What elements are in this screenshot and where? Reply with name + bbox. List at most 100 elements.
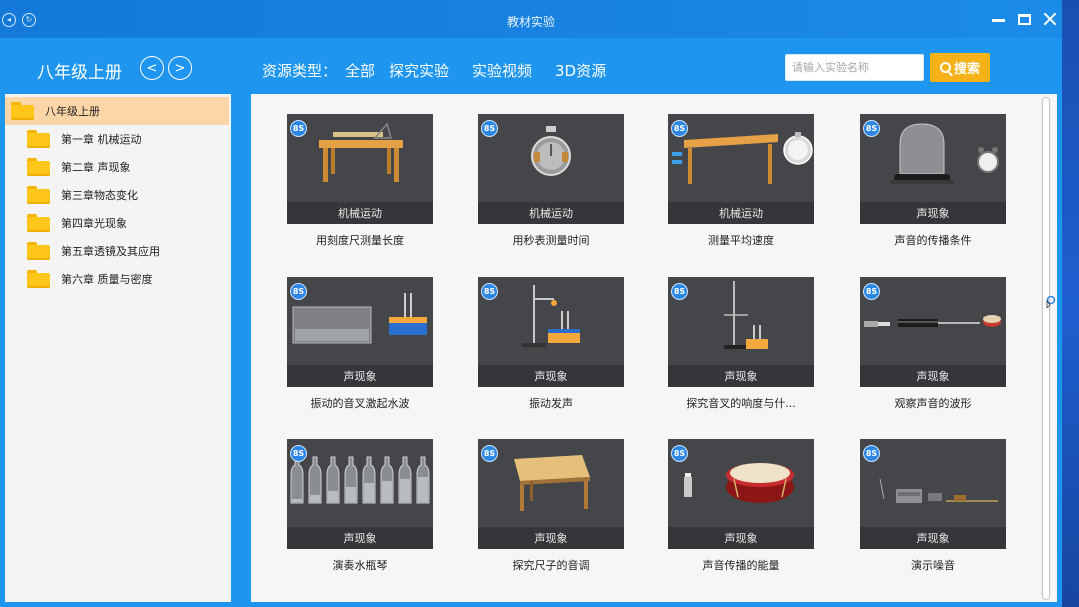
chapter-label: 第五章透镜及其应用	[61, 245, 160, 258]
experiment-thumbnail: 8S 声现象	[478, 439, 624, 549]
mouse-cursor-icon	[1046, 296, 1056, 308]
search-button[interactable]: 搜索	[930, 53, 990, 82]
8s-badge: 8S	[290, 445, 307, 462]
experiment-card[interactable]: 8S 声现象 观察声音的波形	[860, 277, 1006, 411]
experiment-category: 声现象	[860, 527, 1006, 549]
close-button[interactable]	[1041, 10, 1059, 28]
filter-all[interactable]: 全部	[345, 60, 375, 81]
experiment-card[interactable]: 8S 机械运动 测量平均速度	[668, 114, 814, 248]
filter-3d-resource[interactable]: 3D资源	[555, 60, 606, 81]
experiment-title: 振动发声	[529, 397, 573, 410]
8s-badge: 8S	[671, 283, 688, 300]
8s-badge: 8S	[863, 120, 880, 137]
experiment-thumbnail: 8S 声现象	[860, 114, 1006, 224]
8s-badge: 8S	[290, 120, 307, 137]
prev-grade-button[interactable]: <	[140, 56, 164, 80]
folder-icon	[26, 129, 52, 149]
experiment-title: 用刻度尺测量长度	[316, 234, 404, 247]
minimize-button[interactable]	[989, 10, 1007, 28]
experiment-category: 声现象	[287, 365, 433, 387]
experiment-category: 声现象	[478, 365, 624, 387]
chapter-label: 第三章物态变化	[61, 189, 138, 202]
desktop-background	[1062, 0, 1079, 607]
experiment-card[interactable]: 8S 机械运动 用秒表测量时间	[478, 114, 624, 248]
sidebar-item-chapter-5[interactable]: 第五章透镜及其应用	[5, 238, 229, 264]
search-input[interactable]	[785, 54, 924, 81]
experiment-card[interactable]: 8S 声现象 振动的音叉激起水波	[287, 277, 433, 411]
8s-badge: 8S	[481, 445, 498, 462]
sidebar-item-chapter-6[interactable]: 第六章 质量与密度	[5, 266, 229, 292]
experiment-title: 声音的传播条件	[894, 234, 972, 247]
8s-badge: 8S	[481, 120, 498, 137]
chapter-label: 第一章 机械运动	[61, 133, 142, 146]
8s-badge: 8S	[481, 283, 498, 300]
experiment-title: 声音传播的能量	[702, 559, 780, 572]
window-title: 教材实验	[506, 15, 555, 29]
8s-badge: 8S	[671, 120, 688, 137]
maximize-button[interactable]	[1015, 10, 1033, 28]
experiment-title: 探究尺子的音调	[512, 559, 590, 572]
chevron-left-icon: <	[146, 60, 158, 76]
experiment-category: 声现象	[860, 202, 1006, 224]
resource-type-label: 资源类型：	[262, 62, 338, 80]
folder-icon	[26, 241, 52, 261]
sidebar-root-item[interactable]: 八年级上册	[5, 97, 229, 125]
folder-icon	[10, 101, 36, 121]
experiment-thumbnail: 8S 声现象	[860, 277, 1006, 387]
maximize-icon	[1017, 13, 1031, 25]
sidebar-item-chapter-2[interactable]: 第二章 声现象	[5, 154, 229, 180]
folder-icon	[26, 269, 52, 289]
title-bar: ◂ ↻ 教材实验	[0, 0, 1062, 38]
sidebar-item-chapter-3[interactable]: 第三章物态变化	[5, 182, 229, 208]
experiment-title: 演示噪音	[911, 559, 955, 572]
experiment-category: 机械运动	[287, 202, 433, 224]
scrollbar-thumb[interactable]	[1042, 97, 1050, 600]
sidebar-item-chapter-1[interactable]: 第一章 机械运动	[5, 126, 229, 152]
minimize-icon	[991, 18, 1005, 22]
chapter-label: 第四章光现象	[61, 217, 127, 230]
experiment-title: 演奏水瓶琴	[332, 559, 388, 572]
chevron-right-icon: >	[174, 60, 186, 76]
experiment-card[interactable]: 8S 声现象 振动发声	[478, 277, 624, 411]
search-icon	[939, 62, 951, 73]
experiment-title: 测量平均速度	[708, 234, 774, 247]
experiment-category: 声现象	[478, 527, 624, 549]
sidebar-root-label: 八年级上册	[45, 105, 100, 118]
experiment-card[interactable]: 8S 声现象 声音传播的能量	[668, 439, 814, 573]
sidebar-item-chapter-4[interactable]: 第四章光现象	[5, 210, 229, 236]
chapter-sidebar: 八年级上册 第一章 机械运动 第二章 声现象 第三章物态变化 第四章光现象 第五…	[5, 94, 231, 602]
8s-badge: 8S	[863, 445, 880, 462]
8s-badge: 8S	[290, 283, 307, 300]
filter-experiment-video[interactable]: 实验视频	[472, 60, 532, 81]
grade-title: 八年级上册	[37, 63, 122, 83]
experiment-category: 声现象	[860, 365, 1006, 387]
experiment-title: 观察声音的波形	[894, 397, 972, 410]
experiment-title: 用秒表测量时间	[512, 234, 590, 247]
experiment-card[interactable]: 8S 声现象 声音的传播条件	[860, 114, 1006, 248]
experiment-thumbnail: 8S 声现象	[287, 439, 433, 549]
experiment-card[interactable]: 8S 声现象 演示噪音	[860, 439, 1006, 573]
experiment-card[interactable]: 8S 机械运动 用刻度尺测量长度	[287, 114, 433, 248]
folder-icon	[26, 157, 52, 177]
next-grade-button[interactable]: >	[168, 56, 192, 80]
experiment-thumbnail: 8S 声现象	[478, 277, 624, 387]
experiment-thumbnail: 8S 声现象	[860, 439, 1006, 549]
experiment-title: 振动的音叉激起水波	[310, 397, 410, 410]
experiment-thumbnail: 8S 声现象	[287, 277, 433, 387]
chapter-label: 第六章 质量与密度	[61, 273, 153, 286]
experiment-thumbnail: 8S 机械运动	[287, 114, 433, 224]
nav-bar: 八年级上册 < > 资源类型： 全部 探究实验 实验视频 3D资源 搜索	[0, 38, 1062, 94]
experiment-category: 机械运动	[668, 202, 814, 224]
experiment-card[interactable]: 8S 声现象 探究音叉的响度与什...	[668, 277, 814, 411]
experiment-card[interactable]: 8S 声现象 演奏水瓶琴	[287, 439, 433, 573]
filter-inquiry-experiment[interactable]: 探究实验	[389, 60, 449, 81]
experiment-thumbnail: 8S 声现象	[668, 439, 814, 549]
experiment-category: 声现象	[287, 527, 433, 549]
8s-badge: 8S	[671, 445, 688, 462]
8s-badge: 8S	[863, 283, 880, 300]
experiment-card[interactable]: 8S 声现象 探究尺子的音调	[478, 439, 624, 573]
folder-icon	[26, 213, 52, 233]
experiment-thumbnail: 8S 声现象	[668, 277, 814, 387]
experiment-category: 声现象	[668, 527, 814, 549]
search-button-label: 搜索	[953, 62, 980, 77]
